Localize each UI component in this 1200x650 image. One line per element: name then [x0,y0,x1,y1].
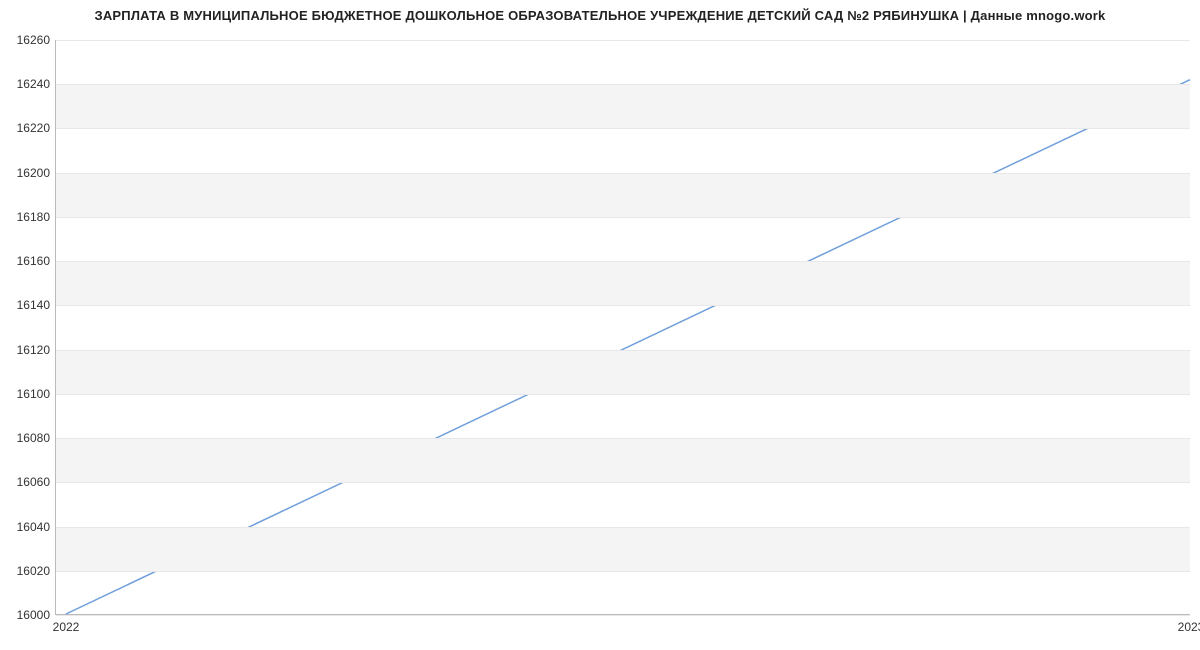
grid-band [56,527,1190,571]
y-tick-label: 16120 [17,343,56,357]
grid-band [56,173,1190,217]
y-tick-label: 16140 [17,298,56,312]
y-tick-label: 16160 [17,254,56,268]
x-tick-label: 2023 [1178,614,1200,634]
grid-line [56,40,1190,41]
y-tick-label: 16000 [17,608,56,622]
y-tick-label: 16240 [17,77,56,91]
grid-band [56,350,1190,394]
grid-band [56,261,1190,305]
grid-line [56,128,1190,129]
grid-line [56,173,1190,174]
grid-line [56,571,1190,572]
y-tick-label: 16020 [17,564,56,578]
grid-line [56,217,1190,218]
y-tick-label: 16040 [17,520,56,534]
grid-band [56,84,1190,128]
grid-line [56,261,1190,262]
grid-band [56,438,1190,482]
grid-line [56,84,1190,85]
y-tick-label: 16260 [17,33,56,47]
grid-line [56,527,1190,528]
y-tick-label: 16220 [17,121,56,135]
y-tick-label: 16060 [17,475,56,489]
y-tick-label: 16200 [17,166,56,180]
y-tick-label: 16080 [17,431,56,445]
grid-line [56,350,1190,351]
y-tick-label: 16100 [17,387,56,401]
x-tick-label: 2022 [53,614,80,634]
grid-line [56,394,1190,395]
grid-line [56,615,1190,616]
grid-line [56,482,1190,483]
y-tick-label: 16180 [17,210,56,224]
grid-line [56,438,1190,439]
plot-area: 1600016020160401606016080161001612016140… [55,40,1190,615]
chart-container: ЗАРПЛАТА В МУНИЦИПАЛЬНОЕ БЮДЖЕТНОЕ ДОШКО… [0,0,1200,650]
chart-title: ЗАРПЛАТА В МУНИЦИПАЛЬНОЕ БЮДЖЕТНОЕ ДОШКО… [0,8,1200,23]
grid-line [56,305,1190,306]
